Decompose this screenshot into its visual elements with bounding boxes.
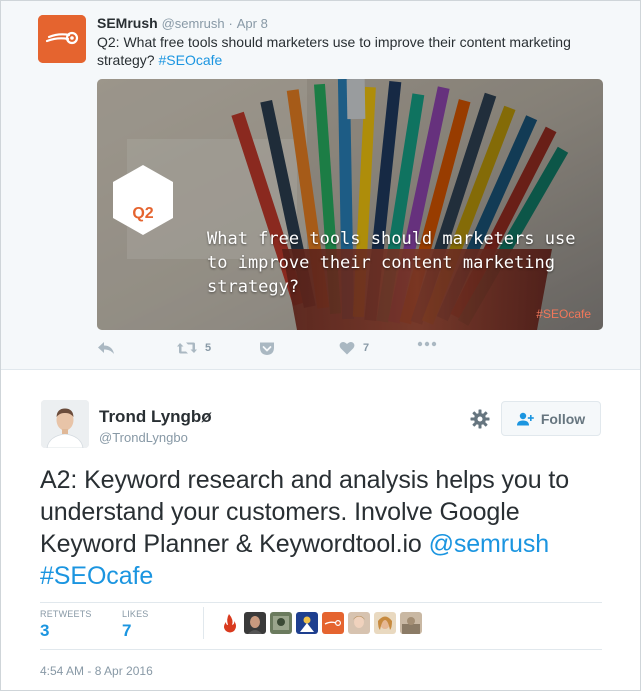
- image-hashtag: #SEOcafe: [536, 307, 591, 321]
- quoted-tweet-header: SEMrush @semrush · Apr 8: [97, 15, 268, 31]
- quoted-tweet-actions: 5 7: [97, 341, 457, 361]
- pocket-button[interactable]: [259, 341, 275, 356]
- likes-stat[interactable]: LIKES 7: [122, 609, 149, 641]
- stats-divider: [203, 607, 204, 639]
- tweet-timestamp[interactable]: 4:54 AM - 8 Apr 2016: [40, 664, 153, 678]
- quoted-tweet[interactable]: SEMrush @semrush · Apr 8 Q2: What free t…: [1, 1, 640, 370]
- hashtag-link[interactable]: #SEOcafe: [40, 562, 153, 590]
- quoted-hashtag-link[interactable]: #SEOcafe: [158, 52, 222, 68]
- reply-button[interactable]: [97, 341, 115, 355]
- likes-value: 7: [122, 621, 132, 640]
- liker-photo: [296, 612, 318, 634]
- like-button[interactable]: 7: [339, 341, 369, 355]
- author-photo: [41, 400, 89, 448]
- pocket-icon: [260, 342, 274, 355]
- follow-user-icon: [516, 412, 534, 425]
- retweets-value: 3: [40, 621, 50, 640]
- quoted-tweet-text: Q2: What free tools should marketers use…: [97, 33, 617, 69]
- retweets-stat[interactable]: RETWEETS 3: [40, 609, 92, 641]
- liker-avatar[interactable]: [270, 612, 292, 634]
- liker-photo: [270, 612, 292, 634]
- likes-label: LIKES: [122, 609, 149, 619]
- flame-icon: [218, 612, 240, 634]
- mention-link[interactable]: @semrush: [429, 530, 550, 558]
- header-separator: ·: [228, 16, 233, 31]
- author-avatar[interactable]: [41, 400, 89, 448]
- retweet-button[interactable]: 5: [177, 341, 211, 355]
- liker-photo: [244, 612, 266, 634]
- tweet-stats: RETWEETS 3 LIKES 7: [40, 602, 602, 650]
- semrush-logo-icon: [322, 612, 344, 634]
- liker-photo: [400, 612, 422, 634]
- like-count: 7: [363, 342, 370, 354]
- gear-icon[interactable]: [469, 408, 491, 430]
- liker-avatar[interactable]: [322, 612, 344, 634]
- liker-avatar[interactable]: [296, 612, 318, 634]
- settings-gear-shape: [470, 409, 490, 429]
- liker-avatar[interactable]: [348, 612, 370, 634]
- follow-button[interactable]: Follow: [501, 401, 601, 436]
- liker-photo: [348, 612, 370, 634]
- quoted-author-handle[interactable]: @semrush: [162, 16, 225, 31]
- reply-icon: [98, 342, 114, 354]
- more-icon: [417, 341, 437, 347]
- more-button[interactable]: [417, 341, 437, 347]
- semrush-logo-icon: [38, 15, 86, 63]
- image-caption: What free tools should marketers use to …: [207, 229, 576, 297]
- retweets-label: RETWEETS: [40, 609, 92, 619]
- retweet-icon: [177, 342, 197, 354]
- retweet-count: 5: [205, 342, 212, 354]
- author-name[interactable]: Trond Lyngbø: [99, 407, 212, 427]
- tweet-text: A2: Keyword research and analysis helps …: [40, 464, 620, 592]
- follow-label: Follow: [540, 410, 586, 427]
- liker-avatar[interactable]: [374, 612, 396, 634]
- liker-avatar[interactable]: [218, 612, 240, 634]
- liker-avatar[interactable]: [400, 612, 422, 634]
- quoted-author-name[interactable]: SEMrush: [97, 15, 158, 31]
- heart-icon: [339, 342, 355, 355]
- quoted-tweet-time[interactable]: Apr 8: [237, 16, 268, 31]
- liker-avatars: [218, 612, 426, 634]
- image-q2-badge: Q2: [132, 205, 154, 222]
- semrush-avatar[interactable]: [38, 15, 86, 63]
- author-handle[interactable]: @TrondLyngbo: [99, 430, 188, 445]
- liker-avatar[interactable]: [244, 612, 266, 634]
- liker-photo: [374, 612, 396, 634]
- quoted-tweet-image[interactable]: Q2 What free tools should marketers use …: [97, 79, 603, 330]
